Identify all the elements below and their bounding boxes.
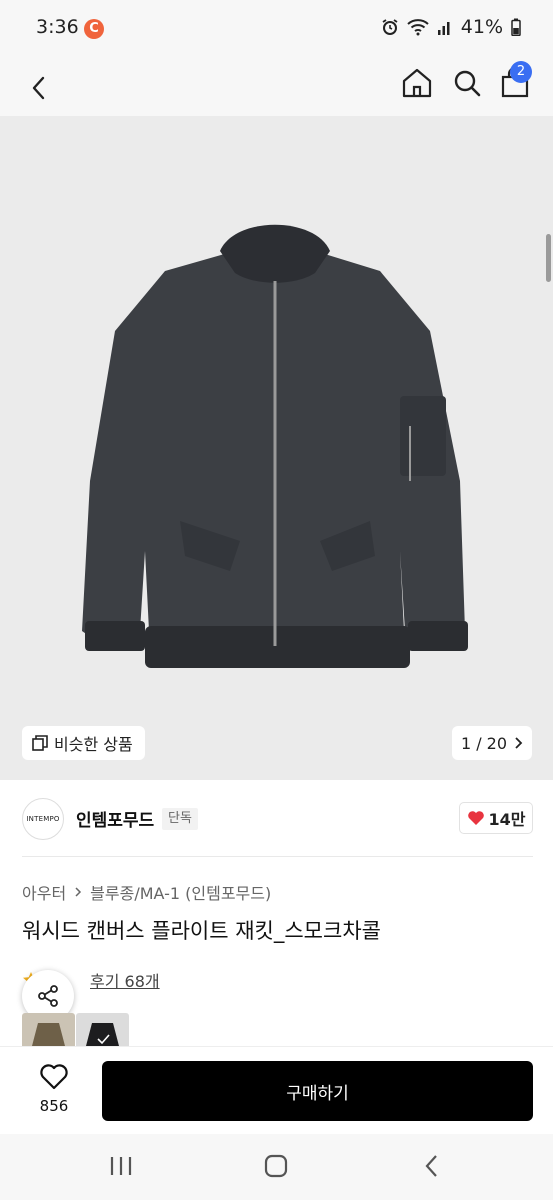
recent-apps-icon[interactable] [99, 1148, 143, 1184]
back-arrow-icon[interactable] [22, 68, 58, 108]
product-title: 워시드 캔버스 플라이트 재킷_스모크차콜 [22, 919, 381, 943]
breadcrumb-subcategory[interactable]: 블루종/MA-1 (인템포무드) [90, 880, 271, 904]
product-image-carousel[interactable]: 비슷한 상품 1 / 20 [0, 116, 553, 780]
wifi-icon [407, 19, 429, 36]
brand-name[interactable]: 인템포무드 [76, 806, 154, 831]
image-pager-label: 1 / 20 [460, 733, 508, 753]
exclusive-badge: 단독 [162, 808, 198, 830]
system-nav-bar [0, 1134, 553, 1200]
chevron-right-icon [515, 737, 523, 749]
app-notification-icon: C [84, 19, 104, 39]
heart-filled-icon [467, 811, 484, 825]
wishlist-button[interactable]: 856 [22, 1063, 86, 1119]
breadcrumb-category[interactable]: 아우터 [22, 880, 66, 904]
status-time: 3:36 [36, 16, 79, 38]
status-bar: 3:36 C 41% [0, 0, 553, 58]
cart-count-badge: 2 [510, 61, 532, 83]
back-button-icon[interactable] [410, 1148, 454, 1184]
similar-products-button[interactable]: 비슷한 상품 [22, 726, 145, 760]
search-icon[interactable] [448, 64, 486, 102]
color-option-thumbnail[interactable] [76, 1013, 129, 1046]
home-icon[interactable] [398, 64, 436, 102]
alarm-icon [382, 19, 398, 35]
battery-percent: 41% [460, 16, 503, 38]
scrollbar[interactable] [546, 234, 551, 282]
product-image [82, 224, 468, 668]
bottom-action-bar: 856 구매하기 [0, 1046, 553, 1134]
top-nav: 2 [0, 58, 553, 116]
image-pager[interactable]: 1 / 20 [452, 726, 532, 760]
home-button-icon[interactable] [254, 1148, 298, 1184]
brand-like-button[interactable]: 14만 [459, 802, 533, 834]
review-count-link[interactable]: 후기 68개 [90, 968, 160, 992]
breadcrumb: 아우터 블루종/MA-1 (인템포무드) [22, 880, 271, 904]
signal-icon [437, 22, 450, 35]
copy-icon [32, 735, 48, 751]
brand-logo[interactable]: INTEMPO [22, 798, 64, 840]
battery-icon [511, 18, 521, 36]
brand-like-count: 14만 [488, 810, 526, 829]
brand-row: INTEMPO 인템포무드 단독 14만 [22, 796, 533, 842]
chevron-right-icon [75, 887, 82, 897]
buy-button[interactable]: 구매하기 [102, 1061, 533, 1121]
divider [22, 856, 533, 857]
status-indicators: 41% [381, 16, 521, 38]
similar-products-label: 비슷한 상품 [54, 735, 133, 754]
wishlist-count: 856 [39, 1097, 69, 1115]
heart-outline-icon [40, 1064, 68, 1090]
share-icon [38, 985, 58, 1007]
color-option-thumbnail[interactable] [22, 1013, 75, 1046]
